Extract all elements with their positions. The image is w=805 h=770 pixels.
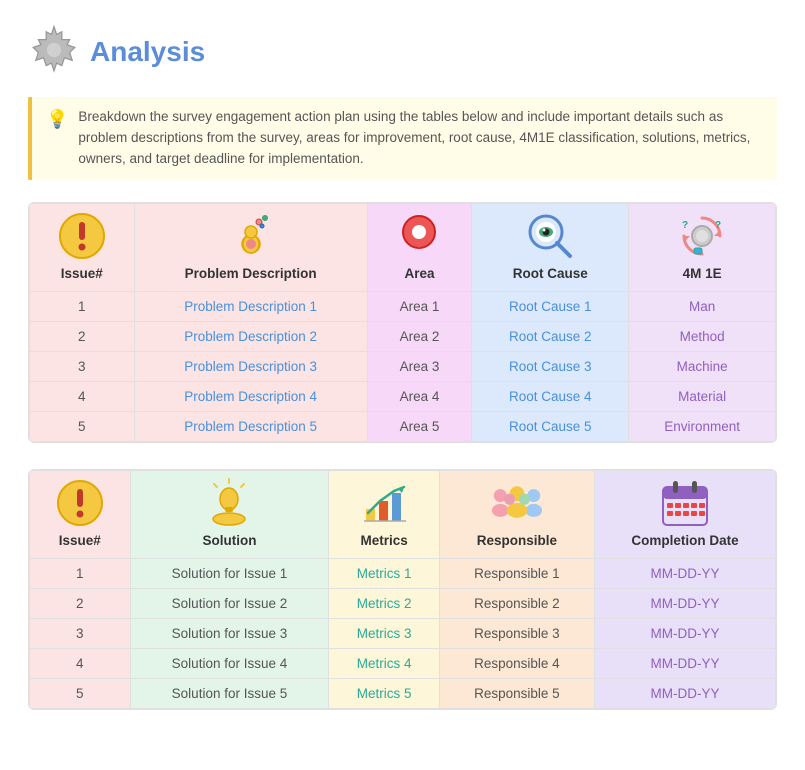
table-row: 1Problem Description 1Area 1Root Cause 1… xyxy=(30,291,776,321)
gear-icon xyxy=(28,24,80,79)
table-row: 2Problem Description 2Area 2Root Cause 2… xyxy=(30,321,776,351)
bulb-icon: 💡 xyxy=(46,109,68,130)
table2-wrap: Issue# xyxy=(28,469,777,710)
table-row: 3Solution for Issue 3Metrics 3Responsibl… xyxy=(30,618,776,648)
page-title-area: Analysis xyxy=(28,24,777,79)
info-text: Breakdown the survey engagement action p… xyxy=(78,107,763,170)
analysis-table2: Issue# xyxy=(29,470,776,709)
table-row: 1Solution for Issue 1Metrics 1Responsibl… xyxy=(30,558,776,588)
svg-text:?: ? xyxy=(682,220,688,231)
table-row: 4Solution for Issue 4Metrics 4Responsibl… xyxy=(30,648,776,678)
t2-header-responsible: Responsible xyxy=(439,470,594,558)
t1-header-4m1e: ? ? 4M 1E xyxy=(629,203,776,291)
t2-header-completion: Completion Date xyxy=(594,470,775,558)
table-row: 3Problem Description 3Area 3Root Cause 3… xyxy=(30,351,776,381)
table-row: 2Solution for Issue 2Metrics 2Responsibl… xyxy=(30,588,776,618)
t1-header-problem: Problem Description xyxy=(134,203,367,291)
t1-header-area: Area xyxy=(367,203,472,291)
table1-wrap: Issue# xyxy=(28,202,777,443)
t2-header-solution: Solution xyxy=(130,470,329,558)
t1-header-issue: Issue# xyxy=(30,203,135,291)
info-box: 💡 Breakdown the survey engagement action… xyxy=(28,97,777,180)
title-text: Analysis xyxy=(90,36,205,68)
t2-header-issue: Issue# xyxy=(30,470,131,558)
t1-header-rootcause: Root Cause xyxy=(472,203,629,291)
analysis-table1: Issue# xyxy=(29,203,776,442)
table-row: 4Problem Description 4Area 4Root Cause 4… xyxy=(30,381,776,411)
table-row: 5Solution for Issue 5Metrics 5Responsibl… xyxy=(30,678,776,708)
table-row: 5Problem Description 5Area 5Root Cause 5… xyxy=(30,411,776,441)
t2-header-metrics: Metrics xyxy=(329,470,439,558)
svg-text:?: ? xyxy=(715,220,721,231)
